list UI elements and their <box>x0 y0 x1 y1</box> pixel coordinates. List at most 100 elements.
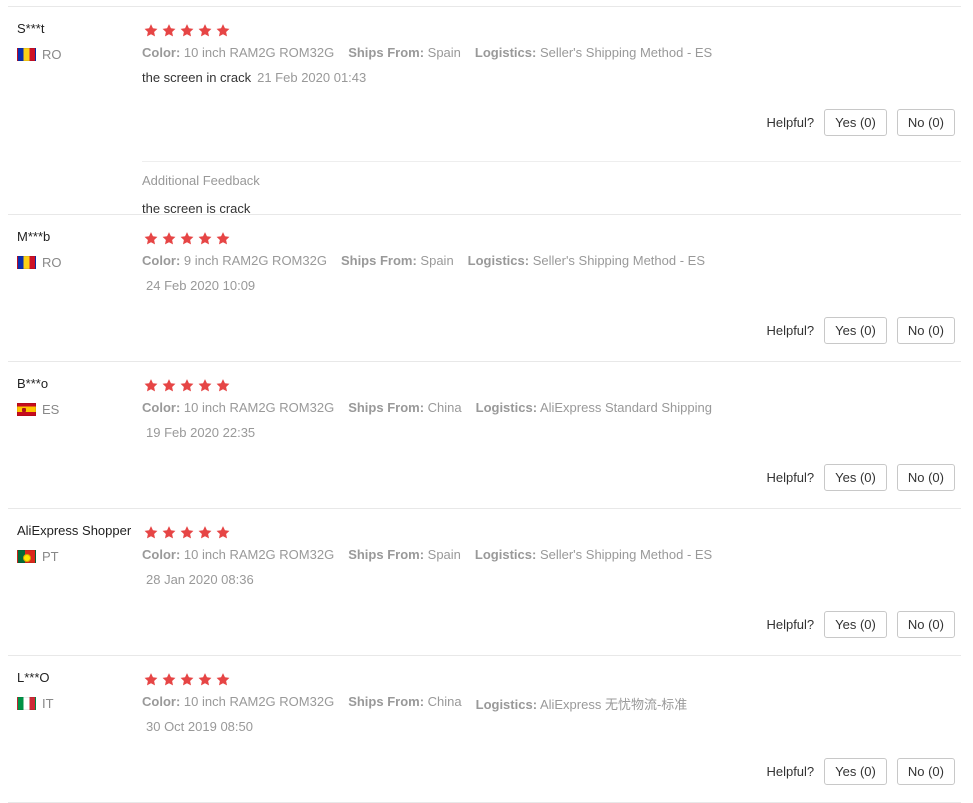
helpful-label: Helpful? <box>766 617 815 632</box>
reviewer-country: RO <box>17 254 62 270</box>
reviewer-name: B***o <box>17 376 49 391</box>
order-info: Color: 9 inch RAM2G ROM32G Ships From: S… <box>142 253 705 268</box>
order-info: Color: 10 inch RAM2G ROM32G Ships From: … <box>142 694 687 713</box>
italy-flag-icon <box>17 696 36 710</box>
reviewer-country: ES <box>17 401 59 417</box>
star-icon <box>198 24 212 37</box>
helpful-votes: Helpful? Yes (0) No (0) <box>766 109 955 136</box>
star-icon <box>162 24 176 37</box>
star-icon <box>216 673 230 686</box>
ships-from-info: Ships From: China <box>348 694 462 709</box>
review-date: 24 Feb 2020 10:09 <box>146 278 256 293</box>
star-icon <box>216 232 230 245</box>
divider <box>8 361 961 362</box>
color-info: Color: 10 inch RAM2G ROM32G <box>142 694 335 709</box>
star-icon <box>162 379 176 392</box>
spain-flag-icon <box>17 402 36 416</box>
divider <box>8 214 961 215</box>
star-icon <box>162 526 176 539</box>
helpful-yes-button[interactable]: Yes (0) <box>824 611 887 638</box>
romania-flag-icon <box>17 255 36 269</box>
star-rating <box>143 378 231 394</box>
logistics-info: Logistics: Seller's Shipping Method - ES <box>474 45 713 60</box>
helpful-no-button[interactable]: No (0) <box>896 758 955 785</box>
star-icon <box>216 379 230 392</box>
review-item: S***t RO Color: 10 inch RAM2G ROM32G Shi… <box>0 21 973 216</box>
helpful-label: Helpful? <box>766 764 815 779</box>
star-rating <box>143 23 231 39</box>
ships-from-info: Ships From: Spain <box>348 547 461 562</box>
color-info: Color: 10 inch RAM2G ROM32G <box>142 45 335 60</box>
ships-from-info: Ships From: China <box>348 400 462 415</box>
review-date: 28 Jan 2020 08:36 <box>146 572 254 587</box>
country-code: ES <box>42 401 60 417</box>
review-date: 19 Feb 2020 22:35 <box>146 425 256 440</box>
reviewer-name: AliExpress Shopper <box>17 523 132 538</box>
helpful-votes: Helpful? Yes (0) No (0) <box>766 464 955 491</box>
ships-from-info: Ships From: Spain <box>340 253 454 268</box>
reviewer-name: M***b <box>17 229 51 244</box>
star-icon <box>162 232 176 245</box>
helpful-label: Helpful? <box>766 470 815 485</box>
review-item: M***b RO Color: 9 inch RAM2G ROM32G Ship… <box>0 229 973 361</box>
logistics-info: Logistics: Seller's Shipping Method - ES <box>467 253 705 268</box>
star-icon <box>180 379 194 392</box>
star-icon <box>180 232 194 245</box>
star-icon <box>144 379 158 392</box>
star-icon <box>216 526 230 539</box>
star-icon <box>198 232 212 245</box>
color-info: Color: 10 inch RAM2G ROM32G <box>142 547 335 562</box>
helpful-votes: Helpful? Yes (0) No (0) <box>766 758 955 785</box>
review-item: AliExpress Shopper PT Color: 10 inch RAM… <box>0 523 973 655</box>
review-item: B***o ES Color: 10 inch RAM2G ROM32G Shi… <box>0 376 973 508</box>
star-icon <box>180 526 194 539</box>
review-date: 30 Oct 2019 08:50 <box>146 719 253 734</box>
country-code: IT <box>42 695 54 711</box>
review-text: the screen in crack 21 Feb 2020 01:43 <box>142 70 367 85</box>
logistics-info: Logistics: Seller's Shipping Method - ES <box>474 547 713 562</box>
reviewer-country: IT <box>17 695 54 711</box>
helpful-yes-button[interactable]: Yes (0) <box>824 317 887 344</box>
divider <box>142 161 961 162</box>
star-icon <box>180 24 194 37</box>
helpful-yes-button[interactable]: Yes (0) <box>824 464 887 491</box>
helpful-no-button[interactable]: No (0) <box>896 109 955 136</box>
helpful-label: Helpful? <box>766 323 815 338</box>
logistics-info: Logistics: AliExpress 无忧物流-标准 <box>475 697 688 712</box>
star-rating <box>143 672 231 688</box>
star-icon <box>144 673 158 686</box>
helpful-no-button[interactable]: No (0) <box>896 611 955 638</box>
country-code: RO <box>42 254 62 270</box>
portugal-flag-icon <box>17 549 36 563</box>
star-rating <box>143 525 231 541</box>
reviewer-country: RO <box>17 46 62 62</box>
country-code: PT <box>42 548 59 564</box>
star-icon <box>198 526 212 539</box>
logistics-info: Logistics: AliExpress Standard Shipping <box>475 400 712 415</box>
divider <box>8 6 961 7</box>
order-info: Color: 10 inch RAM2G ROM32G Ships From: … <box>142 547 712 562</box>
helpful-label: Helpful? <box>766 115 815 130</box>
review-item: L***O IT Color: 10 inch RAM2G ROM32G Shi… <box>0 670 973 802</box>
additional-feedback-title: Additional Feedback <box>142 173 260 188</box>
helpful-yes-button[interactable]: Yes (0) <box>824 758 887 785</box>
star-icon <box>162 673 176 686</box>
helpful-yes-button[interactable]: Yes (0) <box>824 109 887 136</box>
ships-from-info: Ships From: Spain <box>348 45 461 60</box>
review-date: 21 Feb 2020 01:43 <box>257 70 367 85</box>
order-info: Color: 10 inch RAM2G ROM32G Ships From: … <box>142 400 712 415</box>
romania-flag-icon <box>17 47 36 61</box>
color-info: Color: 10 inch RAM2G ROM32G <box>142 400 335 415</box>
helpful-no-button[interactable]: No (0) <box>896 464 955 491</box>
divider <box>8 508 961 509</box>
helpful-no-button[interactable]: No (0) <box>896 317 955 344</box>
divider <box>8 655 961 656</box>
helpful-votes: Helpful? Yes (0) No (0) <box>766 611 955 638</box>
star-icon <box>198 673 212 686</box>
star-icon <box>144 232 158 245</box>
review-list: S***t RO Color: 10 inch RAM2G ROM32G Shi… <box>0 0 973 803</box>
star-icon <box>180 673 194 686</box>
reviewer-name: L***O <box>17 670 50 685</box>
reviewer-name: S***t <box>17 21 45 36</box>
color-info: Color: 9 inch RAM2G ROM32G <box>142 253 327 268</box>
